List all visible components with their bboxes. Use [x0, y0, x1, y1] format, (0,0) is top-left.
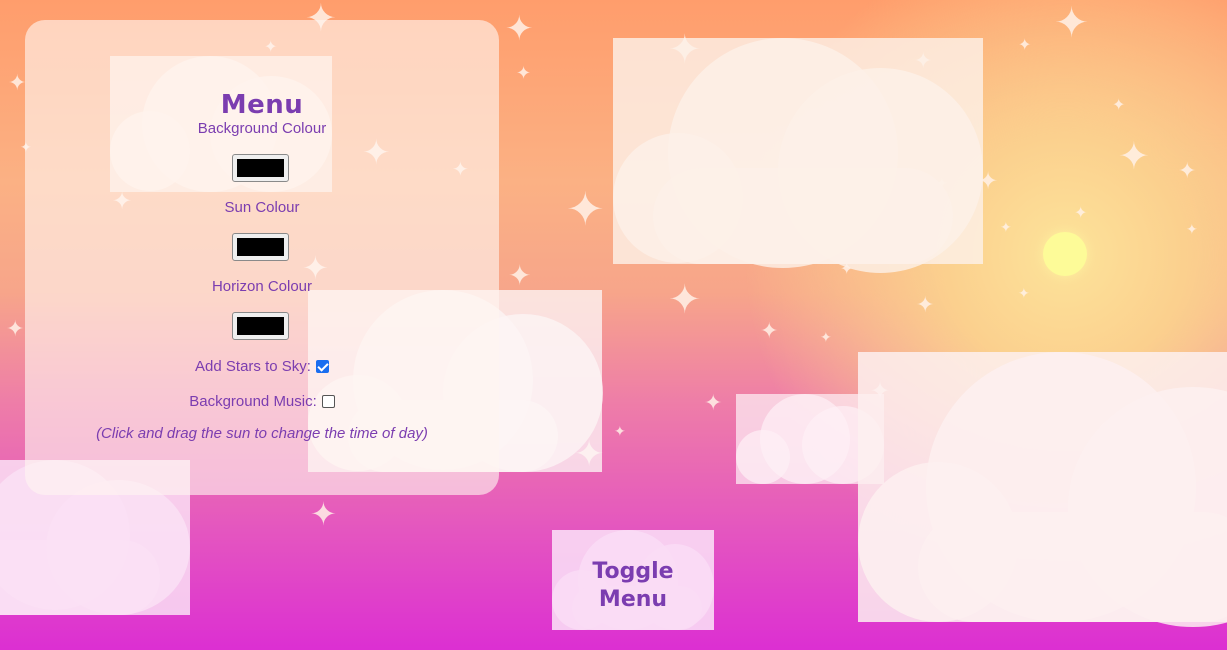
background-colour-picker[interactable] — [232, 154, 289, 182]
horizon-colour-swatch — [237, 317, 284, 335]
menu-panel: Menu Background Colour Sun Colour Horizo… — [25, 20, 499, 495]
star-icon: ✦ — [668, 278, 702, 322]
music-checkbox[interactable] — [321, 395, 335, 408]
stars-checkbox[interactable] — [315, 360, 329, 373]
star-icon: ✦ — [820, 329, 832, 345]
star-icon: ✦ — [8, 70, 27, 95]
sun-colour-swatch — [237, 238, 284, 256]
star-icon: ✦ — [508, 260, 532, 291]
star-icon: ✦ — [614, 423, 626, 439]
background-colour-swatch — [237, 159, 284, 177]
star-icon: ✦ — [1054, 0, 1090, 46]
toggle-menu-label-line2: Menu — [598, 587, 668, 612]
stars-row: Add Stars to Sky: — [25, 358, 499, 375]
star-icon: ✦ — [916, 292, 935, 317]
star-icon: ✦ — [6, 316, 25, 341]
star-icon: ✦ — [1018, 285, 1030, 301]
star-icon: ✦ — [704, 390, 723, 415]
music-label: Background Music: — [189, 393, 317, 410]
sun-colour-label: Sun Colour — [224, 199, 300, 216]
menu-title: Menu — [220, 90, 304, 120]
stars-label: Add Stars to Sky: — [195, 358, 311, 375]
toggle-menu-label-line1: Toggle — [592, 559, 674, 584]
horizon-colour-label: Horizon Colour — [211, 278, 313, 295]
star-icon: ✦ — [1000, 219, 1012, 235]
star-icon: ✦ — [310, 496, 337, 532]
sun-colour-picker[interactable] — [232, 233, 289, 261]
star-icon: ✦ — [1186, 221, 1198, 237]
star-icon: ✦ — [1018, 37, 1032, 54]
star-icon: ✦ — [516, 63, 532, 83]
sun-handle[interactable] — [1043, 232, 1087, 276]
cloud-large-bottom — [858, 352, 1227, 627]
toggle-menu-label: Toggle Menu — [552, 558, 714, 614]
star-icon: ✦ — [1178, 158, 1197, 183]
horizon-colour-picker[interactable] — [232, 312, 289, 340]
hint-text: (Click and drag the sun to change the ti… — [96, 425, 428, 442]
star-icon: ✦ — [760, 318, 779, 343]
music-row: Background Music: — [25, 393, 499, 410]
background-colour-label: Background Colour — [197, 120, 327, 137]
star-icon: ✦ — [1118, 136, 1150, 178]
star-icon: ✦ — [1112, 97, 1126, 114]
cloud-large-top — [613, 38, 983, 273]
star-icon: ✦ — [505, 10, 534, 48]
star-icon: ✦ — [566, 183, 605, 235]
sky-scene: ✦ ✦ ✦ ✦ ✦ ✦ ✦ ✦ ✦ ✦ ✦ ✦ ✦ ✦ ✦ ✦ ✦ ✦ ✦ ✦ … — [0, 0, 1227, 650]
star-icon: ✦ — [1074, 205, 1088, 222]
toggle-menu-button[interactable]: Toggle Menu — [552, 530, 714, 630]
